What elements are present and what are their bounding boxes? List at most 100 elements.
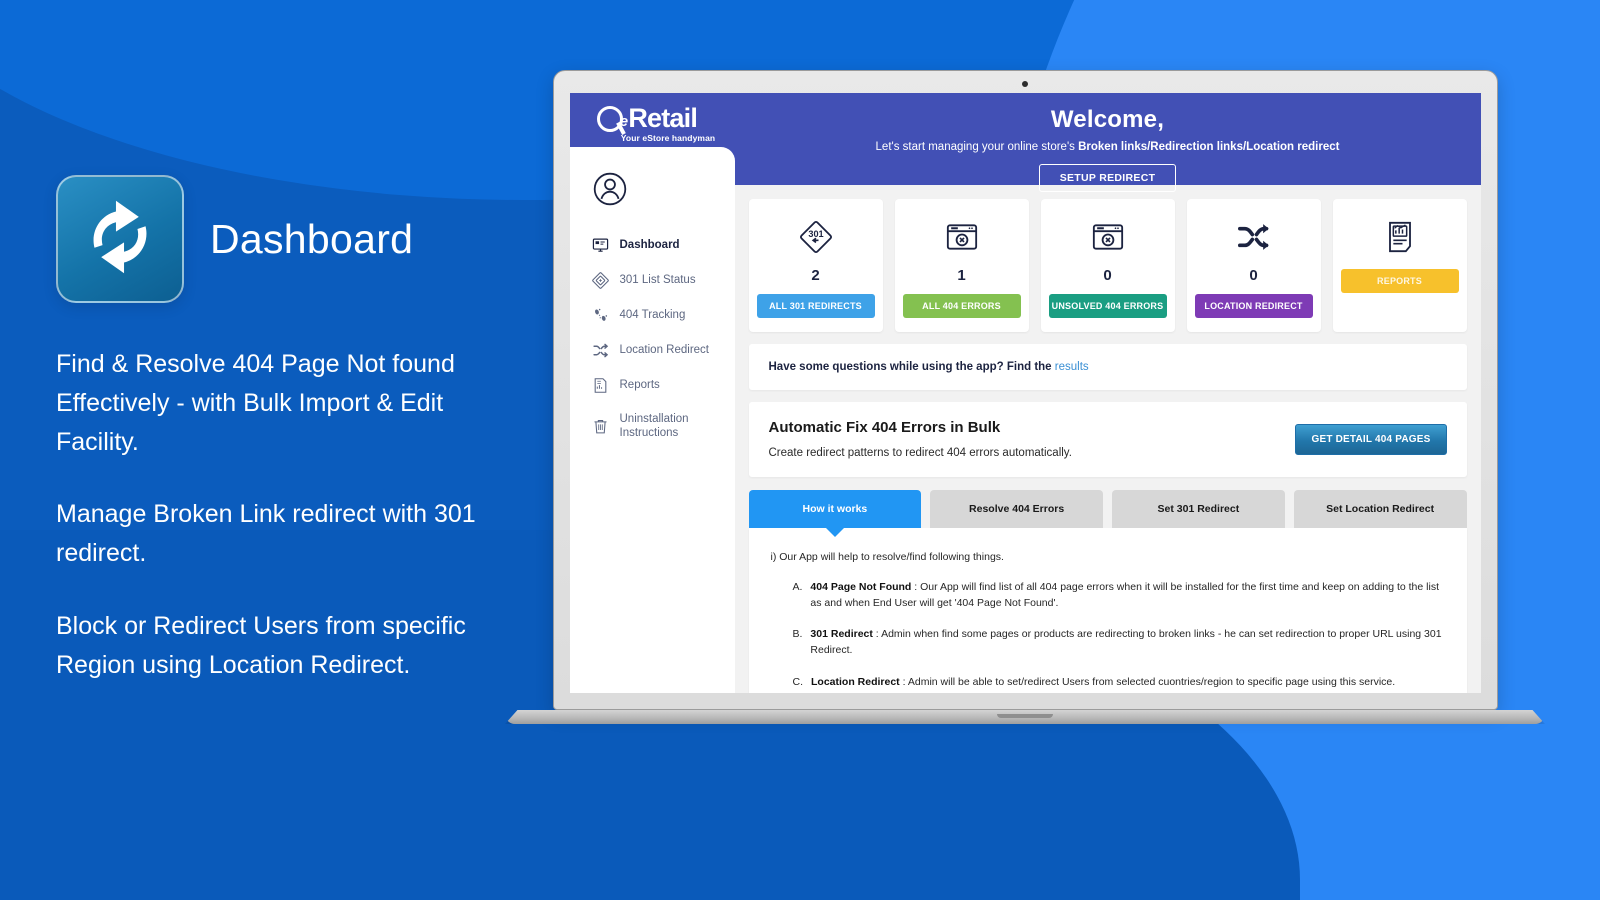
footprints-tracking-icon <box>594 308 607 321</box>
promo-paragraph-1: Find & Resolve 404 Page Not found Effect… <box>56 350 455 456</box>
tab-how-it-works[interactable]: How it works <box>748 490 922 537</box>
report-document-icon <box>594 378 606 393</box>
welcome-title: Welcome, <box>1050 106 1165 133</box>
stat-card-404-errors: 1 ALL 404 ERRORS <box>894 199 1029 332</box>
stat-card-reports: REPORTS <box>1332 199 1467 332</box>
list-item-separator: : <box>899 675 908 688</box>
promo-brand-row: Dashboard <box>56 175 526 303</box>
promo-paragraph-3: Block or Redirect Users from specific Re… <box>56 611 466 679</box>
help-question-text: Have some questions while using the app?… <box>768 361 1055 373</box>
sidebar-item-label: 404 Tracking <box>619 309 686 322</box>
user-avatar-icon <box>593 172 626 206</box>
webcam-dot-icon <box>1022 81 1028 87</box>
all-404-errors-button[interactable]: ALL 404 ERRORS <box>902 294 1021 318</box>
unsolved-404-errors-button[interactable]: UNSOLVED 404 ERRORS <box>1048 294 1167 318</box>
list-item: A. 404 Page Not Found : Our App will fin… <box>793 580 1445 612</box>
bulk-fix-title: Automatic Fix 404 Errors in Bulk <box>768 419 1001 436</box>
sidebar-item-label: Dashboard <box>619 239 680 252</box>
header-center: Welcome, Let's start managing your onlin… <box>735 93 1481 192</box>
shuffle-arrows-icon <box>592 343 608 358</box>
browser-error-icon <box>1049 215 1167 259</box>
list-item-term: 301 Redirect <box>810 628 873 641</box>
laptop-mockup: e Retail Your eStore handyman Welcome, L… <box>505 70 1545 724</box>
stat-card-301-redirects: 301 2 ALL 301 REDIRECTS <box>748 199 883 332</box>
refresh-sync-icon <box>77 194 163 285</box>
list-item: B. 301 Redirect : Admin when find some p… <box>793 627 1445 659</box>
sidebar-item-301-list-status[interactable]: 301 List Status <box>570 263 735 298</box>
list-item: C. Location Redirect : Admin will be abl… <box>793 675 1445 691</box>
sidebar-item-reports[interactable]: Reports <box>570 368 735 403</box>
tab-resolve-404-errors[interactable]: Resolve 404 Errors <box>930 490 1103 528</box>
list-item-body: Admin will be able to set/redirect Users… <box>907 675 1396 688</box>
stat-card-value: 2 <box>811 267 820 284</box>
laptop-lid: e Retail Your eStore handyman Welcome, L… <box>552 70 1498 710</box>
list-item-separator: : <box>872 628 882 641</box>
trash-bin-icon <box>593 419 607 434</box>
welcome-subtitle: Let's start managing your online store's… <box>735 141 1481 153</box>
stat-cards: 301 2 ALL 301 REDIRECTS 1 ALL 404 ERRORS… <box>748 199 1467 332</box>
tab-panel-how-it-works: i) Our App will help to resolve/find fol… <box>748 528 1467 693</box>
results-link[interactable]: results <box>1055 361 1089 373</box>
list-item-key: B. <box>792 628 803 641</box>
laptop-trackpad-notch <box>997 714 1053 718</box>
tab-bar: How it works Resolve 404 Errors Set 301 … <box>748 490 1467 537</box>
list-item-body: Admin when find some pages or products a… <box>810 628 1442 656</box>
sidebar-item-label: Location Redirect <box>619 344 710 357</box>
sidebar-item-location-redirect[interactable]: Location Redirect <box>570 333 735 368</box>
reports-button[interactable]: REPORTS <box>1340 269 1459 293</box>
stat-card-value: 0 <box>1103 267 1112 284</box>
tab-set-301-redirect[interactable]: Set 301 Redirect <box>1112 490 1285 528</box>
app-icon-tile <box>56 175 184 303</box>
stat-card-value: 1 <box>957 267 966 284</box>
list-item-key: C. <box>792 675 804 688</box>
list-item-text: 301 Redirect : Admin when find some page… <box>810 627 1444 659</box>
laptop-base <box>505 710 1545 724</box>
main-content: 301 2 ALL 301 REDIRECTS 1 ALL 404 ERRORS… <box>734 185 1481 693</box>
shuffle-arrows-icon <box>1195 215 1313 259</box>
setup-redirect-button[interactable]: SETUP REDIRECT <box>1038 164 1177 192</box>
bulk-fix-subtitle: Create redirect patterns to redirect 404… <box>768 447 1072 459</box>
promo-paragraph-2: Manage Broken Link redirect with 301 red… <box>56 500 476 567</box>
sidebar-item-label: 301 List Status <box>619 274 696 287</box>
monitor-dashboard-icon <box>592 238 608 252</box>
avatar[interactable] <box>570 165 735 228</box>
tab-intro-line: i) Our App will help to resolve/find fol… <box>770 551 1004 563</box>
stat-card-location-redirect: 0 LOCATION REDIRECT <box>1186 199 1321 332</box>
list-item-term: 404 Page Not Found <box>810 580 912 593</box>
report-chart-icon <box>1341 215 1459 259</box>
logo-tagline: Your eStore handyman <box>620 133 716 143</box>
stat-card-unsolved-404-errors: 0 UNSOLVED 404 ERRORS <box>1040 199 1175 332</box>
get-detail-404-pages-button[interactable]: GET DETAIL 404 PAGES <box>1295 423 1447 455</box>
app-screen: e Retail Your eStore handyman Welcome, L… <box>569 93 1481 693</box>
sidebar-item-uninstallation-instructions[interactable]: Uninstallation Instructions <box>570 403 735 450</box>
sidebar-item-label: Reports <box>619 379 660 392</box>
promo-title: Dashboard <box>210 215 414 262</box>
sidebar: Dashboard 301 List Status 404 Tracking L… <box>569 147 735 693</box>
svg-text:301: 301 <box>808 229 823 239</box>
welcome-subtitle-bold: Broken links/Redirection links/Location … <box>1078 141 1340 153</box>
browser-error-icon <box>903 215 1021 259</box>
location-redirect-button[interactable]: LOCATION REDIRECT <box>1194 294 1313 318</box>
promo-panel: Dashboard Find & Resolve 404 Page Not fo… <box>56 175 526 684</box>
promo-taglines: Find & Resolve 404 Page Not found Effect… <box>56 345 526 684</box>
bulk-fix-text: Automatic Fix 404 Errors in Bulk Create … <box>769 419 1072 459</box>
all-301-redirects-button[interactable]: ALL 301 REDIRECTS <box>756 294 875 318</box>
sidebar-item-dashboard[interactable]: Dashboard <box>570 228 735 263</box>
list-item-term: Location Redirect <box>811 675 900 688</box>
welcome-subtitle-plain: Let's start managing your online store's <box>875 141 1079 153</box>
tab-set-location-redirect[interactable]: Set Location Redirect <box>1293 490 1467 528</box>
bulk-fix-panel: Automatic Fix 404 Errors in Bulk Create … <box>748 402 1467 477</box>
logo-q-mark-icon <box>596 106 623 132</box>
logo-word: Retail <box>628 103 698 133</box>
help-question-strip: Have some questions while using the app?… <box>748 344 1467 390</box>
sidebar-item-404-tracking[interactable]: 404 Tracking <box>570 298 735 333</box>
list-item-key: A. <box>792 580 803 593</box>
list-item-text: 404 Page Not Found : Our App will find l… <box>810 580 1444 612</box>
stat-card-value: 0 <box>1249 267 1258 284</box>
sidebar-item-label: Uninstallation Instructions <box>619 413 689 440</box>
list-item-separator: : <box>911 580 921 593</box>
logo-wordmark: e Retail <box>596 103 715 133</box>
list-item-text: Location Redirect : Admin will be able t… <box>811 675 1445 691</box>
diamond-301-icon <box>591 272 609 289</box>
diamond-301-sign-icon: 301 <box>757 215 875 259</box>
